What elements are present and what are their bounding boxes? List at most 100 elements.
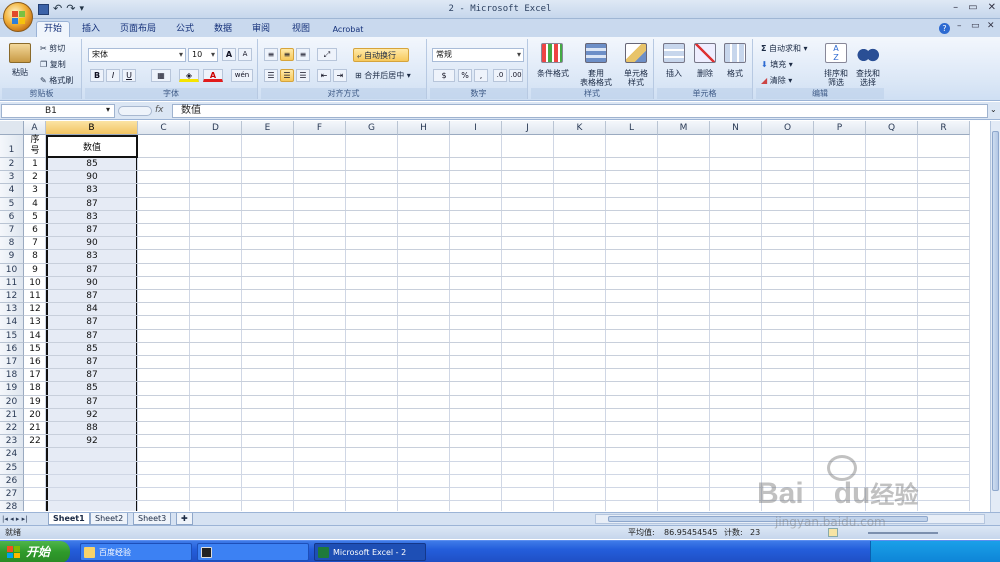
- column-header[interactable]: P: [814, 121, 866, 135]
- row-header[interactable]: 20: [0, 395, 24, 409]
- column-header[interactable]: D: [190, 121, 242, 135]
- row-header[interactable]: 24: [0, 448, 24, 462]
- underline-button[interactable]: U: [122, 69, 136, 82]
- workbook-restore-icon[interactable]: ▭: [971, 21, 980, 31]
- cell-value[interactable]: 83: [46, 211, 138, 224]
- align-top-icon[interactable]: ≡: [264, 48, 278, 61]
- name-box-dropdown-icon[interactable]: ▾: [106, 105, 110, 114]
- format-table-icon[interactable]: [585, 43, 607, 63]
- autosum-button[interactable]: Σ 自动求和 ▾: [761, 42, 808, 56]
- sheet-tab-2[interactable]: Sheet2: [90, 513, 129, 525]
- cell-styles-icon[interactable]: [625, 43, 647, 63]
- column-header[interactable]: G: [346, 121, 398, 135]
- task-app-2[interactable]: [197, 543, 309, 561]
- paste-label[interactable]: 粘贴: [6, 68, 34, 77]
- row-header[interactable]: 13: [0, 303, 24, 317]
- cell-seq[interactable]: 1: [24, 158, 46, 171]
- align-left-icon[interactable]: ☰: [264, 69, 278, 82]
- cell-value[interactable]: 90: [46, 171, 138, 184]
- column-header[interactable]: Q: [866, 121, 918, 135]
- cell-value[interactable]: 87: [46, 198, 138, 211]
- find-select-label-2[interactable]: 选择: [851, 78, 885, 87]
- row-header[interactable]: 3: [0, 171, 24, 185]
- column-header[interactable]: H: [398, 121, 450, 135]
- column-header[interactable]: R: [918, 121, 970, 135]
- cell-seq[interactable]: 21: [24, 422, 46, 435]
- cell-value[interactable]: 88: [46, 422, 138, 435]
- cell-seq[interactable]: 11: [24, 290, 46, 303]
- workbook-minimize-icon[interactable]: –: [957, 21, 962, 31]
- cell-value[interactable]: 90: [46, 277, 138, 290]
- italic-button[interactable]: I: [106, 69, 120, 82]
- cell-seq[interactable]: 9: [24, 264, 46, 277]
- row-header[interactable]: 22: [0, 422, 24, 436]
- horizontal-scroll-thumb[interactable]: [608, 516, 928, 522]
- sort-filter-label-1[interactable]: 排序和: [819, 69, 853, 78]
- format-cells-icon[interactable]: [724, 43, 746, 63]
- shrink-font-button[interactable]: A: [238, 48, 252, 61]
- row-header[interactable]: 21: [0, 408, 24, 422]
- column-header[interactable]: F: [294, 121, 346, 135]
- cell-seq[interactable]: 4: [24, 198, 46, 211]
- row-header[interactable]: 6: [0, 210, 24, 224]
- cell-styles-label-2[interactable]: 样式: [619, 78, 653, 87]
- select-all-corner[interactable]: [0, 121, 24, 135]
- cell-seq[interactable]: 2: [24, 171, 46, 184]
- cell-seq[interactable]: 15: [24, 343, 46, 356]
- decrease-decimal-icon[interactable]: .00: [509, 69, 523, 82]
- phonetic-button[interactable]: wén: [231, 69, 253, 82]
- cell-value[interactable]: 87: [46, 290, 138, 303]
- cell-value[interactable]: 83: [46, 184, 138, 197]
- percent-button[interactable]: %: [458, 69, 472, 82]
- row-header[interactable]: 18: [0, 369, 24, 383]
- align-right-icon[interactable]: ☰: [296, 69, 310, 82]
- cell-value[interactable]: 85: [46, 343, 138, 356]
- sort-filter-icon[interactable]: AZ: [825, 43, 847, 63]
- cell-value[interactable]: 84: [46, 303, 138, 316]
- column-header[interactable]: O: [762, 121, 814, 135]
- cell-value[interactable]: 87: [46, 316, 138, 329]
- fill-color-icon[interactable]: ◈: [179, 69, 199, 82]
- row-header[interactable]: 28: [0, 501, 24, 511]
- increase-decimal-icon[interactable]: .0: [493, 69, 507, 82]
- conditional-format-icon[interactable]: [541, 43, 563, 63]
- font-color-button[interactable]: A: [203, 69, 223, 82]
- align-middle-icon[interactable]: ≡: [280, 48, 294, 61]
- column-header[interactable]: J: [502, 121, 554, 135]
- cell-seq[interactable]: 22: [24, 435, 46, 448]
- cell-value[interactable]: 92: [46, 435, 138, 448]
- format-table-label-2[interactable]: 表格格式: [574, 78, 618, 87]
- cell-seq[interactable]: 17: [24, 369, 46, 382]
- minimize-icon[interactable]: –: [953, 2, 958, 13]
- view-normal-icon[interactable]: [828, 528, 838, 537]
- row-header[interactable]: 1: [0, 135, 24, 158]
- binoculars-icon[interactable]: [857, 43, 879, 63]
- copy-button[interactable]: ❐ 复制: [40, 58, 66, 72]
- insert-cells-icon[interactable]: [663, 43, 685, 63]
- insert-sheet-icon[interactable]: ✚: [176, 513, 193, 525]
- zoom-slider[interactable]: [868, 532, 938, 534]
- tab-review[interactable]: 审阅: [246, 22, 276, 37]
- paste-icon[interactable]: [9, 43, 31, 63]
- vertical-scrollbar[interactable]: [990, 121, 1000, 512]
- column-header[interactable]: M: [658, 121, 710, 135]
- cell-a1[interactable]: 序号: [24, 135, 46, 157]
- cell-seq[interactable]: 8: [24, 250, 46, 263]
- row-header[interactable]: 5: [0, 197, 24, 211]
- decrease-indent-icon[interactable]: ⇤: [317, 69, 331, 82]
- cell-value[interactable]: 87: [46, 264, 138, 277]
- format-painter-button[interactable]: ✎ 格式刷: [40, 74, 73, 88]
- grow-font-button[interactable]: A: [222, 48, 236, 61]
- column-header[interactable]: C: [138, 121, 190, 135]
- sheet-tab-3[interactable]: Sheet3: [133, 513, 172, 525]
- increase-indent-icon[interactable]: ⇥: [333, 69, 347, 82]
- sheet-tab-1[interactable]: Sheet1: [48, 513, 90, 525]
- office-button[interactable]: [3, 2, 33, 32]
- column-header[interactable]: I: [450, 121, 502, 135]
- sheet-nav-icons[interactable]: |◂ ◂ ▸ ▸|: [2, 513, 27, 525]
- column-header[interactable]: E: [242, 121, 294, 135]
- tab-data[interactable]: 数据: [208, 22, 238, 37]
- cell-seq[interactable]: 7: [24, 237, 46, 250]
- font-size-select[interactable]: 10: [188, 48, 218, 62]
- workbook-close-icon[interactable]: ✕: [987, 21, 995, 31]
